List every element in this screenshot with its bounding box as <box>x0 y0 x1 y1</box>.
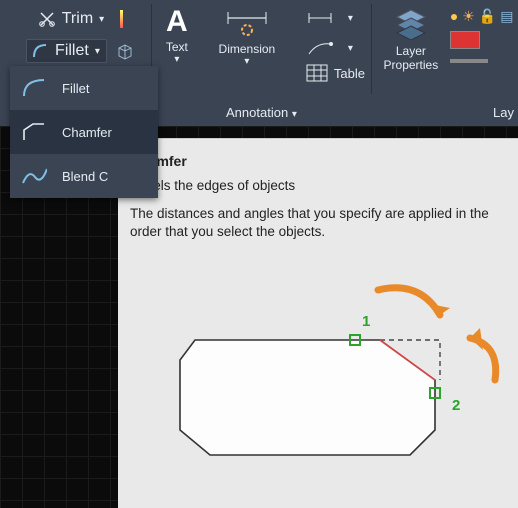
dimension-label: Dimension <box>219 42 276 56</box>
dimension-button[interactable]: Dimension ▾ <box>202 0 292 86</box>
chevron-down-icon: ▾ <box>99 14 104 25</box>
fillet-icon <box>20 76 48 100</box>
sun-icon[interactable]: ☀ <box>462 8 475 25</box>
lock-icon[interactable]: 🔓 <box>479 8 496 25</box>
blend-icon <box>20 164 48 188</box>
chamfer-icon <box>20 120 48 144</box>
bulb-on-icon[interactable]: ● <box>450 8 458 25</box>
table-button[interactable]: Table <box>300 60 371 86</box>
linear-dim-icon[interactable] <box>306 6 334 30</box>
text-button[interactable]: A Text ▾ <box>152 0 202 86</box>
trim-label: Trim <box>62 10 93 28</box>
flyout-label: Chamfer <box>62 125 112 140</box>
plot-icon[interactable]: ▤ <box>500 8 513 25</box>
tooltip-summary: Bevels the edges of objects <box>130 177 506 195</box>
flyout-label: Fillet <box>62 81 89 96</box>
flyout-item-chamfer[interactable]: Chamfer <box>10 110 158 154</box>
fillet-label: Fillet <box>55 42 89 60</box>
highlight-icon <box>120 10 123 28</box>
color-swatch[interactable] <box>450 31 480 49</box>
layer-properties-label: Layer Properties <box>384 44 439 72</box>
chevron-down-icon: ▾ <box>348 43 353 54</box>
layer-stack-icon <box>393 6 429 42</box>
annotation-panel-label[interactable]: Annotation ▾ <box>152 105 371 120</box>
flyout-item-blend[interactable]: Blend C <box>10 154 158 198</box>
fillet-icon <box>31 42 49 60</box>
fillet-flyout: Fillet Chamfer Blend C <box>10 66 158 198</box>
chevron-down-icon: ▾ <box>348 13 353 24</box>
cube-icon[interactable] <box>115 41 135 61</box>
table-label: Table <box>334 66 365 81</box>
trim-button[interactable]: Trim ▾ <box>28 4 123 34</box>
table-icon <box>306 64 328 82</box>
text-big-icon: A <box>166 6 188 38</box>
tooltip-illustration: 1 2 <box>140 260 510 470</box>
chevron-down-icon: ▾ <box>174 54 179 65</box>
flyout-label: Blend C <box>62 169 108 184</box>
dimension-icon <box>224 8 270 40</box>
chevron-down-icon: ▾ <box>244 56 249 67</box>
text-label: Text <box>166 40 188 54</box>
chevron-down-icon: ▾ <box>95 46 100 57</box>
leader-icon[interactable] <box>306 36 334 60</box>
tooltip-panel: Chamfer Bevels the edges of objects The … <box>118 138 518 508</box>
scissors-icon <box>38 10 56 28</box>
layer-properties-button[interactable]: Layer Properties <box>372 0 450 126</box>
flyout-item-fillet[interactable]: Fillet <box>10 66 158 110</box>
annotation-panel: A Text ▾ Dimension ▾ ▾ ▾ <box>152 0 371 126</box>
lineweight-icon[interactable] <box>450 59 488 63</box>
fillet-button[interactable]: Fillet ▾ <box>16 34 135 68</box>
step-2-label: 2 <box>452 397 460 414</box>
layers-panel-label[interactable]: Lay <box>493 105 514 120</box>
tooltip-detail: The distances and angles that you specif… <box>130 205 506 241</box>
tooltip-title: Chamfer <box>130 153 506 169</box>
chevron-down-icon: ▾ <box>292 109 297 120</box>
step-1-label: 1 <box>362 313 370 330</box>
